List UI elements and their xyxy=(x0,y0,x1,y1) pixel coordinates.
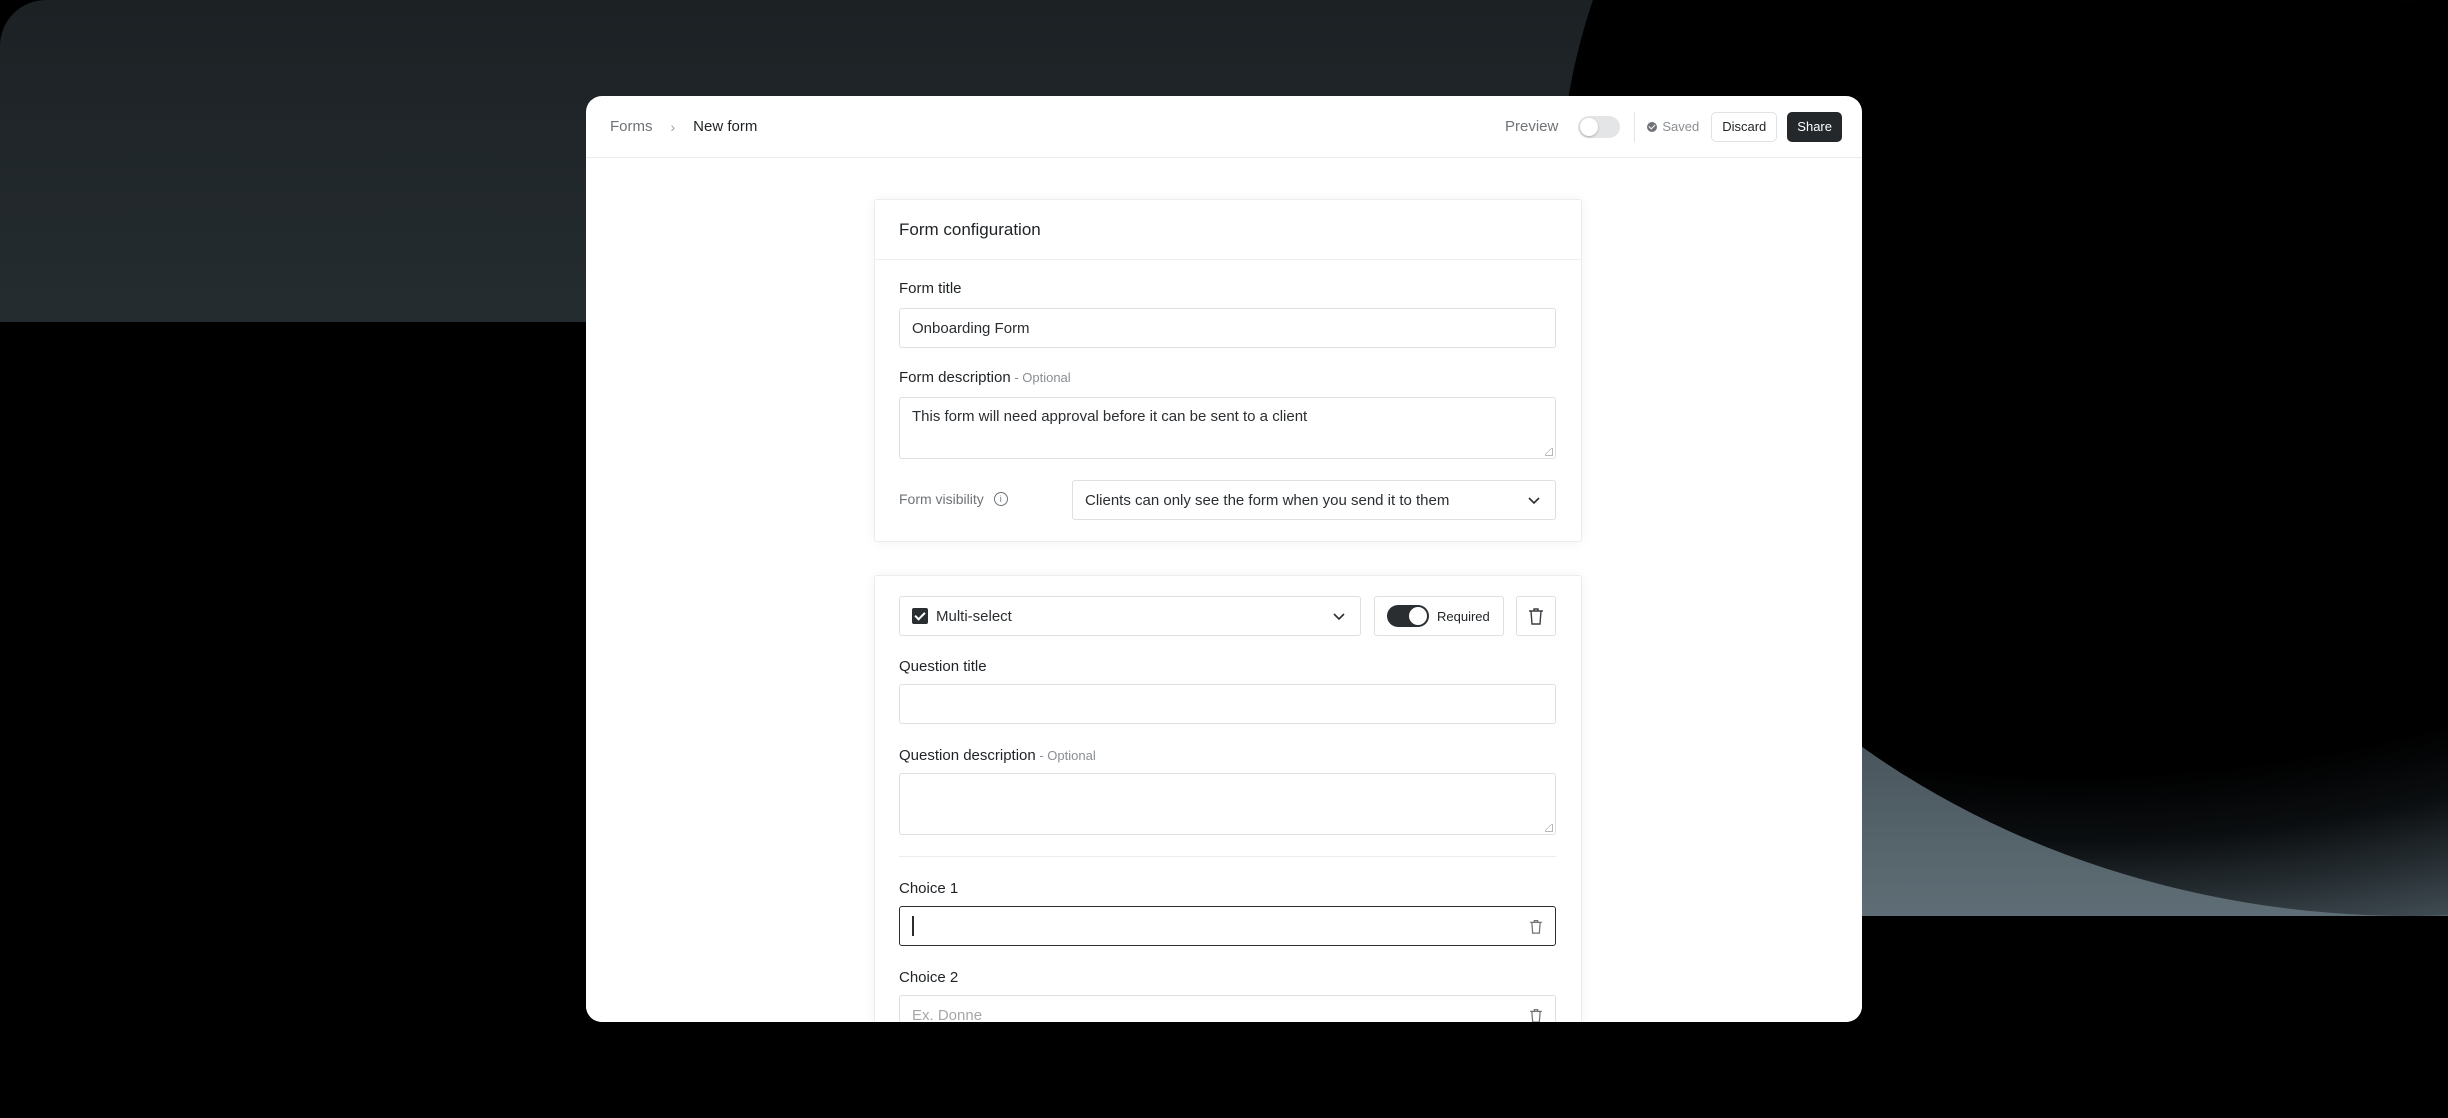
form-configuration-card: Form configuration Form title Onboarding… xyxy=(874,199,1582,542)
section-divider xyxy=(899,856,1556,857)
checkbox-icon xyxy=(912,608,928,624)
text-cursor xyxy=(912,916,914,936)
form-visibility-label-text: Form visibility xyxy=(899,491,984,507)
breadcrumb-forms-link[interactable]: Forms xyxy=(610,118,653,135)
resize-handle-icon[interactable] xyxy=(1545,824,1553,832)
trash-icon xyxy=(1530,1008,1542,1022)
trash-icon xyxy=(1529,608,1543,625)
choice-1-label: Choice 1 xyxy=(899,880,959,897)
optional-tag: - Optional xyxy=(1035,748,1096,763)
question-title-input[interactable] xyxy=(899,684,1556,724)
top-actions: Preview Saved Discard Share xyxy=(1504,111,1842,142)
question-card: Multi-select Required Question title Que… xyxy=(874,575,1582,1022)
app-window: Forms › New form Preview Saved Discard S… xyxy=(586,96,1862,1022)
choice-2-label: Choice 2 xyxy=(899,969,959,986)
saved-label: Saved xyxy=(1662,119,1700,134)
delete-choice-1-button[interactable] xyxy=(1529,919,1543,934)
form-description-label: Form description - Optional xyxy=(899,369,1071,386)
card-title: Form configuration xyxy=(875,200,1581,260)
background-shadow-left xyxy=(0,322,620,916)
question-description-textarea[interactable] xyxy=(899,773,1556,835)
form-description-value: This form will need approval before it c… xyxy=(912,408,1308,425)
form-visibility-value: Clients can only see the form when you s… xyxy=(1085,491,1450,509)
check-circle-icon xyxy=(1647,121,1658,132)
question-description-label-text: Question description xyxy=(899,747,1036,764)
optional-tag: - Optional xyxy=(1010,370,1071,385)
question-type-value: Multi-select xyxy=(936,607,1012,625)
chevron-down-icon xyxy=(1333,613,1345,621)
chevron-down-icon xyxy=(1528,497,1540,505)
form-description-textarea[interactable]: This form will need approval before it c… xyxy=(899,397,1556,459)
form-visibility-select[interactable]: Clients can only see the form when you s… xyxy=(1072,480,1556,520)
choice-1-input[interactable] xyxy=(899,906,1556,946)
required-toggle[interactable] xyxy=(1387,605,1429,627)
form-title-label: Form title xyxy=(899,280,962,297)
form-editor: Form configuration Form title Onboarding… xyxy=(586,159,1862,1022)
preview-label: Preview xyxy=(1504,118,1559,135)
share-button[interactable]: Share xyxy=(1787,111,1842,142)
breadcrumb-separator-icon: › xyxy=(670,118,676,135)
top-bar: Forms › New form Preview Saved Discard S… xyxy=(586,96,1862,158)
saved-status: Saved xyxy=(1647,119,1699,134)
discard-button[interactable]: Discard xyxy=(1711,111,1778,142)
form-title-value: Onboarding Form xyxy=(912,319,1030,337)
preview-toggle[interactable] xyxy=(1578,115,1621,138)
choice-2-placeholder: Ex. Donne xyxy=(912,1006,983,1023)
form-description-label-text: Form description xyxy=(899,369,1011,386)
breadcrumb: Forms › New form xyxy=(610,118,757,135)
toolbar-divider xyxy=(1634,111,1636,142)
question-title-label: Question title xyxy=(899,658,987,675)
resize-handle-icon[interactable] xyxy=(1545,448,1553,456)
delete-question-button[interactable] xyxy=(1516,596,1556,636)
question-type-select[interactable]: Multi-select xyxy=(899,596,1361,636)
required-control[interactable]: Required xyxy=(1374,596,1504,636)
trash-icon xyxy=(1530,919,1542,934)
form-title-input[interactable]: Onboarding Form xyxy=(899,308,1556,348)
form-visibility-label: Form visibility i xyxy=(899,491,1008,507)
info-icon[interactable]: i xyxy=(993,492,1008,506)
question-description-label: Question description - Optional xyxy=(899,747,1096,764)
delete-choice-2-button[interactable] xyxy=(1529,1008,1543,1022)
required-label: Required xyxy=(1437,608,1490,624)
choice-2-input[interactable]: Ex. Donne xyxy=(899,995,1556,1022)
breadcrumb-current: New form xyxy=(693,118,758,135)
